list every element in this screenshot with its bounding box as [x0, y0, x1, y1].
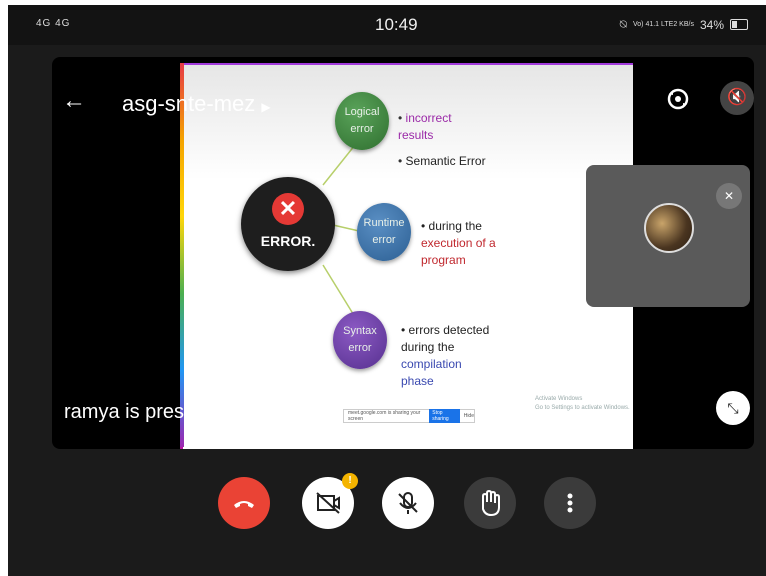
battery-icon: [730, 19, 748, 30]
end-call-button[interactable]: [218, 477, 270, 529]
raise-hand-button[interactable]: [464, 477, 516, 529]
meeting-code[interactable]: asg-snte-mez ▶: [122, 91, 271, 117]
mic-off-icon: ✕: [716, 183, 742, 209]
error-x-icon: ✕: [272, 193, 304, 225]
syntax-error-node: Syntax error: [333, 311, 387, 369]
self-avatar: [644, 203, 694, 253]
speaker-off-icon[interactable]: 🔇: [720, 81, 754, 115]
call-controls: !: [8, 467, 766, 567]
share-bar-text: meet.google.com is sharing your screen: [348, 410, 421, 422]
presentation-stage: ✕ ERROR. Logical error Runtime error Syn…: [52, 57, 754, 449]
logical-error-node: Logical error: [335, 92, 389, 150]
mic-off-button[interactable]: [382, 477, 434, 529]
status-right: ⍉ Vo) 41.1 LTE2 KB/s 34%: [620, 17, 748, 32]
minimize-icon[interactable]: ⤡: [716, 391, 750, 425]
bullet-runtime: • during the execution of a program: [421, 219, 496, 267]
signal-icons: 4G 4G: [36, 18, 71, 29]
slide-rainbow-edge: [180, 63, 184, 447]
activate-windows-watermark: Activate Windows Go to Settings to activ…: [535, 396, 630, 411]
network-info: Vo) 41.1 LTE2 KB/s: [633, 21, 694, 28]
bullet-syntax: • errors detected during the compilation…: [401, 323, 490, 388]
chevron-right-icon: ▶: [261, 100, 271, 114]
presenting-label: ramya is presenting: [64, 401, 239, 423]
error-circle: ✕ ERROR.: [241, 177, 335, 271]
switch-camera-icon[interactable]: [664, 85, 692, 118]
stop-sharing-button[interactable]: Stop sharing: [429, 409, 460, 423]
back-arrow-icon[interactable]: ←: [62, 87, 86, 115]
phone-screen: 4G 4G 10:49 ⍉ Vo) 41.1 LTE2 KB/s 34% ✕ E…: [8, 5, 766, 576]
battery-level: 34%: [699, 17, 724, 32]
hide-button[interactable]: Hide: [464, 413, 474, 419]
error-label: ERROR.: [260, 233, 316, 249]
self-video-tile[interactable]: ✕: [586, 165, 750, 307]
screen-share-bar: meet.google.com is sharing your screen S…: [343, 409, 475, 423]
camera-warning-badge: !: [342, 473, 358, 489]
runtime-error-node: Runtime error: [357, 203, 411, 261]
alarm-off-icon: ⍉: [619, 17, 627, 31]
shared-slide: ✕ ERROR. Logical error Runtime error Syn…: [180, 63, 633, 449]
bullet-semantic-error: • Semantic Error: [398, 154, 486, 168]
bullet-incorrect-results: • incorrect results: [398, 111, 452, 142]
more-options-button[interactable]: [544, 477, 596, 529]
clock: 10:49: [375, 15, 418, 34]
status-bar: 4G 4G 10:49 ⍉ Vo) 41.1 LTE2 KB/s 34%: [8, 5, 766, 45]
